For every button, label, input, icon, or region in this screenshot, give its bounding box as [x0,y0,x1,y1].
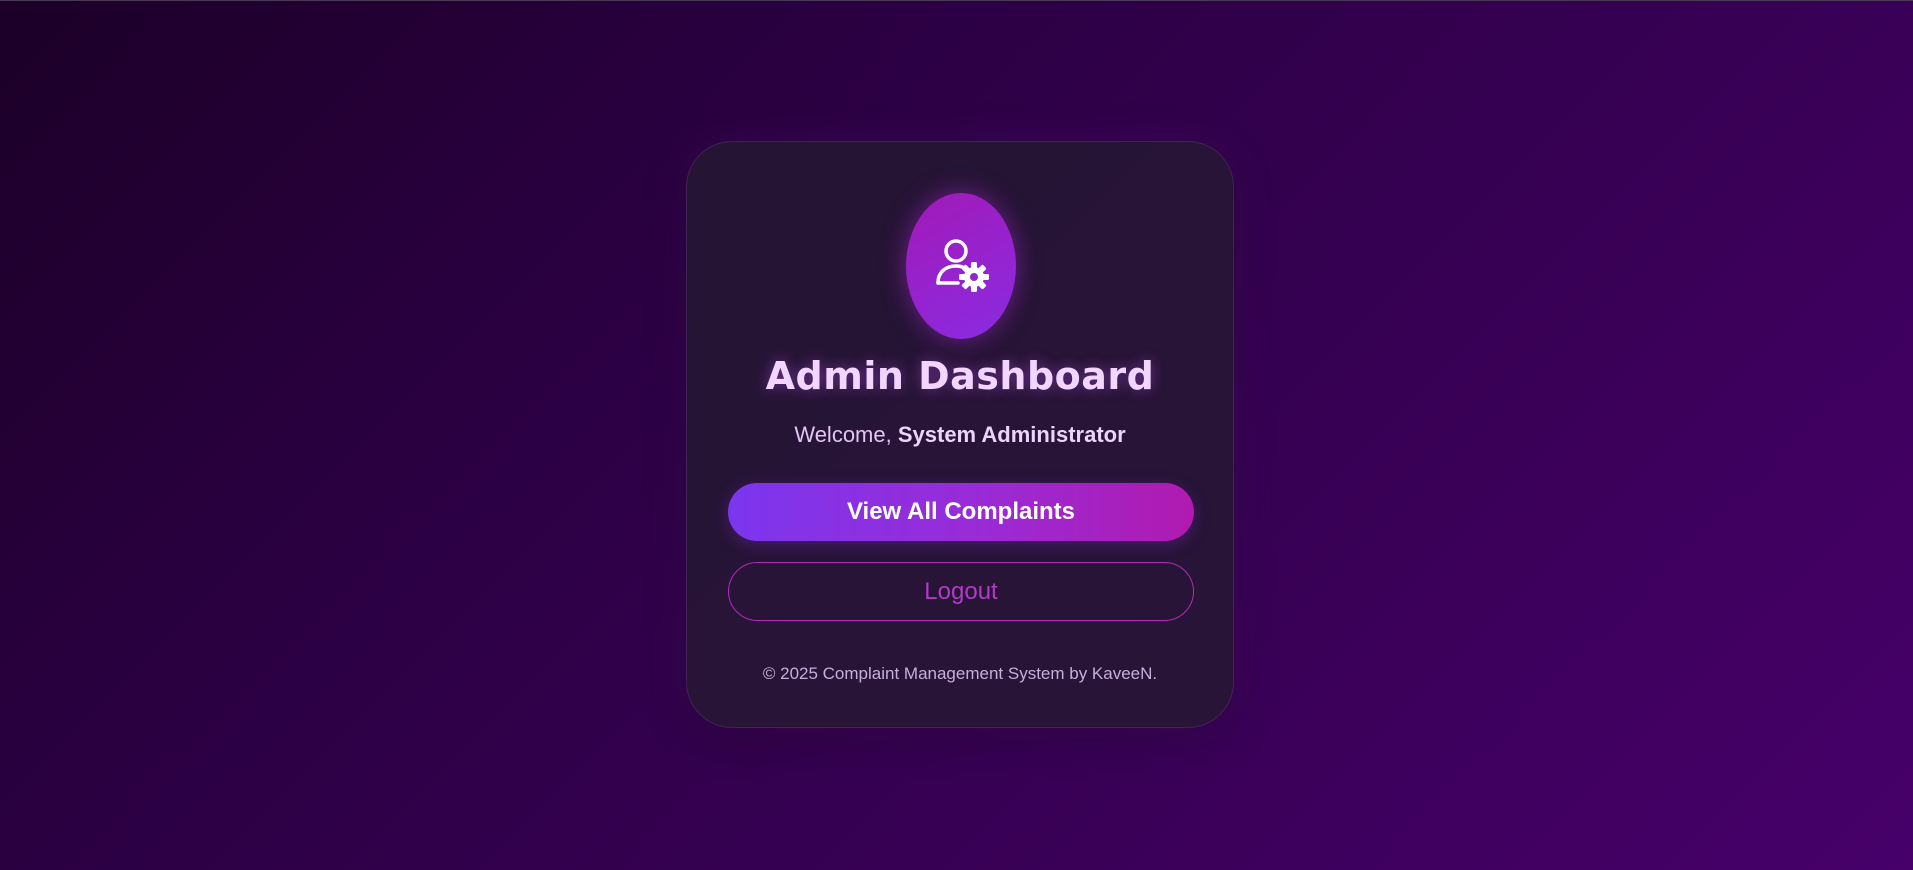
view-all-complaints-button[interactable]: View All Complaints [728,483,1194,541]
user-gear-icon [936,239,989,292]
admin-card: Admin Dashboard Welcome, System Administ… [686,141,1234,728]
welcome-message: Welcome, System Administrator [687,422,1233,448]
user-name: System Administrator [897,422,1126,447]
footer-copyright: © 2025 Complaint Management System by Ka… [762,664,1158,683]
page-title: Admin Dashboard [765,354,1155,398]
window-top-border [0,0,1913,1]
welcome-prefix: Welcome, [794,422,898,447]
logout-button[interactable]: Logout [728,562,1194,621]
admin-avatar [906,193,1016,339]
